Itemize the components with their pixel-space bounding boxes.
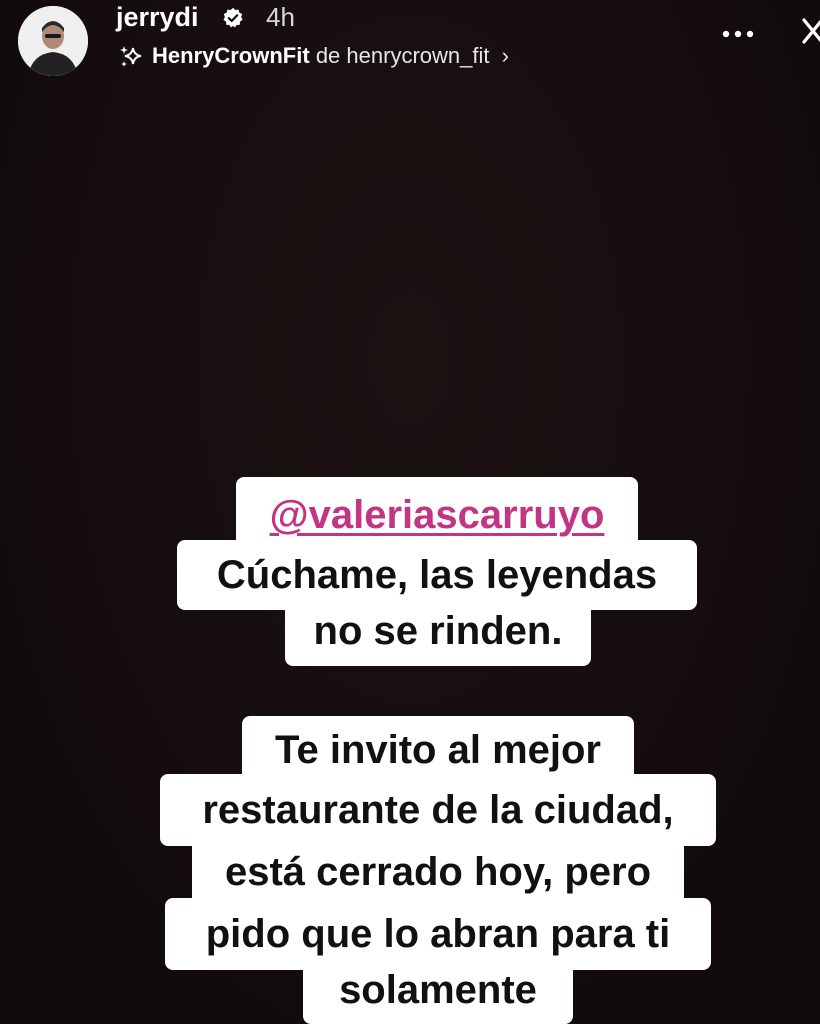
more-horizontal-icon xyxy=(722,30,730,38)
text-sticker-line: Te invito al mejor xyxy=(242,716,634,782)
close-button[interactable] xyxy=(800,14,820,54)
sparkle-icon xyxy=(120,46,142,67)
music-separator: de xyxy=(315,43,341,68)
music-artist: henrycrown_fit xyxy=(346,43,490,68)
text-sticker-line: no se rinden. xyxy=(285,600,591,666)
story-header: jerrydi 4h HenryCrownFit de henrycrown_f… xyxy=(0,0,820,84)
post-time: 4h xyxy=(266,2,295,32)
verified-badge-icon xyxy=(223,7,243,28)
chevron-right-icon: › xyxy=(501,43,509,68)
music-attribution[interactable]: HenryCrownFit de henrycrown_fit › xyxy=(152,40,509,72)
music-title: HenryCrownFit xyxy=(152,43,310,68)
text-sticker-line: solamente xyxy=(303,958,573,1024)
more-options-button[interactable] xyxy=(718,22,758,46)
avatar[interactable] xyxy=(18,6,88,76)
story-viewer[interactable]: jerrydi 4h HenryCrownFit de henrycrown_f… xyxy=(0,0,820,1024)
avatar-image xyxy=(18,6,88,76)
close-icon xyxy=(802,18,820,44)
username[interactable]: jerrydi xyxy=(116,0,199,34)
